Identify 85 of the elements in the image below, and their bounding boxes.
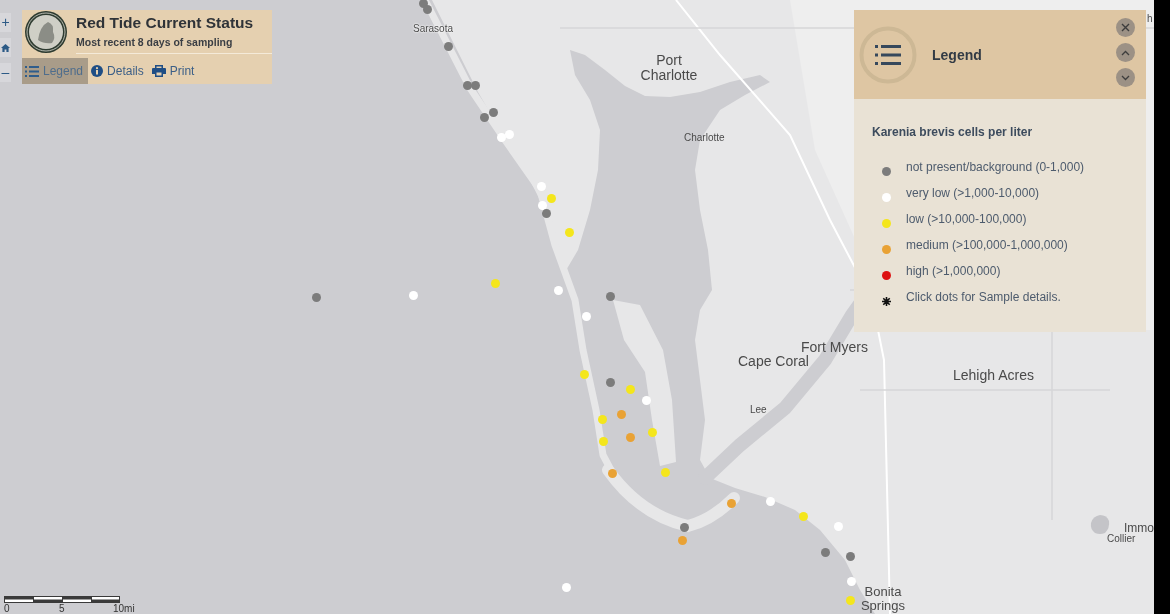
legend-label: very low (>1,000-10,000) <box>906 186 1040 200</box>
legend-title: Legend <box>932 46 983 63</box>
sample-dot-icon[interactable] <box>607 468 617 478</box>
scroll-up-button[interactable] <box>1116 43 1135 62</box>
sample-dot-icon[interactable] <box>462 80 472 90</box>
sample-dot-icon[interactable] <box>605 291 615 301</box>
sample-dot-icon[interactable] <box>536 181 546 191</box>
sample-dot-icon[interactable] <box>504 129 514 139</box>
scale-label: 5 <box>59 603 65 614</box>
sample-dot-icon[interactable] <box>581 311 591 321</box>
sample-dot-icon[interactable] <box>845 551 855 561</box>
sample-dot-icon[interactable] <box>553 285 563 295</box>
sample-dot-icon[interactable] <box>726 498 736 508</box>
place-label: Charlotte <box>684 133 725 144</box>
info-icon <box>91 65 104 77</box>
place-label: Cape Coral <box>738 354 809 370</box>
sample-dot-icon[interactable] <box>833 521 843 531</box>
sample-dot-icon[interactable] <box>641 395 651 405</box>
legend-label: medium (>100,000-1,000,000) <box>906 238 1068 252</box>
zoom-in-button[interactable]: + <box>0 13 11 32</box>
scale-label: 0 <box>4 603 10 614</box>
sample-dot-icon[interactable] <box>647 427 657 437</box>
sample-dot-icon[interactable] <box>443 41 453 51</box>
legend-label: Click dots for Sample details. <box>906 290 1061 304</box>
sample-dot-icon[interactable] <box>561 582 571 592</box>
sample-dot-icon[interactable] <box>616 409 626 419</box>
sample-dot-icon[interactable] <box>490 278 500 288</box>
sample-dot-icon[interactable] <box>625 432 635 442</box>
place-label: Fort Myers <box>801 340 868 355</box>
sample-dot-icon[interactable] <box>679 522 689 532</box>
toolbar-tab[interactable]: Print <box>148 58 200 84</box>
sample-dot-icon[interactable] <box>422 4 432 14</box>
printer-icon <box>151 65 166 77</box>
area-marker-icon <box>1090 515 1110 535</box>
place-label: Sarasota <box>413 24 454 35</box>
seal-logo-icon <box>24 10 68 54</box>
toolbar-tab[interactable]: Details <box>88 58 149 84</box>
close-icon <box>1121 23 1130 32</box>
asterisk-icon <box>882 296 891 306</box>
app-title: Red Tide Current Status <box>76 14 255 32</box>
place-label: Lee <box>750 405 767 416</box>
sample-dot-icon[interactable] <box>765 496 775 506</box>
place-label: h <box>1147 14 1153 25</box>
legend-heading: Karenia brevis cells per liter <box>872 124 1034 140</box>
sample-dot-icon[interactable] <box>537 200 547 210</box>
place-label: Port Charlotte <box>639 53 699 84</box>
sample-dot-icon[interactable] <box>660 467 670 477</box>
zoom-out-button[interactable]: – <box>0 63 11 82</box>
app-subtitle: Most recent 8 days of sampling <box>76 36 234 49</box>
sample-dot-icon[interactable] <box>541 208 551 218</box>
chevron-up-icon <box>1121 49 1130 56</box>
place-label: Immo <box>1124 522 1154 535</box>
sample-dot-icon[interactable] <box>408 290 418 300</box>
chevron-down-icon <box>1121 74 1130 81</box>
sample-dot-icon[interactable] <box>598 436 608 446</box>
close-button[interactable] <box>1116 18 1135 37</box>
place-label: Bonita Springs <box>859 585 907 614</box>
sample-dot-icon[interactable] <box>597 414 607 424</box>
sample-dot-icon[interactable] <box>625 384 635 394</box>
sample-dot-icon[interactable] <box>418 0 428 8</box>
legend-label: not present/background (0-1,000) <box>906 160 1085 174</box>
sample-dot-icon[interactable] <box>677 535 687 545</box>
sample-dot-icon[interactable] <box>845 595 855 605</box>
sample-dot-icon[interactable] <box>579 369 589 379</box>
list-icon <box>25 65 39 77</box>
sample-dot-icon[interactable] <box>488 107 498 117</box>
place-label: Collier <box>1107 534 1136 545</box>
sample-dot-icon[interactable] <box>605 377 615 387</box>
legend-label: low (>10,000-100,000) <box>906 212 1027 226</box>
sample-dot-icon[interactable] <box>470 80 480 90</box>
sample-dot-icon[interactable] <box>479 112 489 122</box>
sample-dot-icon[interactable] <box>496 132 506 142</box>
home-button[interactable] <box>0 38 11 57</box>
home-icon <box>1 43 10 52</box>
sample-dot-icon[interactable] <box>820 547 830 557</box>
legend-list-icon <box>859 25 917 84</box>
sample-dot-icon[interactable] <box>564 227 574 237</box>
sample-dot-icon[interactable] <box>311 292 321 302</box>
place-label: Lehigh Acres <box>953 368 1034 384</box>
sample-dot-icon[interactable] <box>846 576 856 586</box>
scroll-down-button[interactable] <box>1116 68 1135 87</box>
scale-label: 10mi <box>113 603 135 614</box>
sample-dot-icon[interactable] <box>546 193 556 203</box>
legend-label: high (>1,000,000) <box>906 264 1001 278</box>
sample-dot-icon[interactable] <box>798 511 808 521</box>
